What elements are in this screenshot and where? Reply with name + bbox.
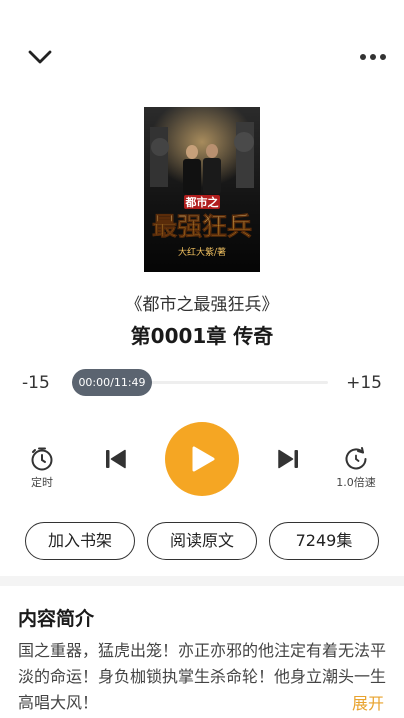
book-cover: 都市之 最强狂兵 大红大紫/著	[144, 107, 260, 272]
top-bar	[0, 0, 404, 110]
progress-row: -15 00:00/11:49 +15	[0, 368, 404, 398]
play-icon	[192, 446, 215, 472]
action-buttons: 加入书架 阅读原文 7249集	[0, 522, 404, 562]
summary-text: 国之重器，猛虎出笼！亦正亦邪的他注定有着无法平淡的命运！身负枷锁执掌生杀命轮！他…	[18, 641, 387, 712]
more-dots-icon	[360, 54, 386, 60]
speed-label: 1.0倍速	[336, 476, 376, 489]
playback-controls: 定时 1.0倍速	[0, 420, 404, 500]
next-chapter-button[interactable]	[273, 444, 303, 474]
forward-15-button[interactable]: +15	[346, 373, 382, 393]
book-title: 《都市之最强狂兵》	[125, 295, 279, 315]
speed-refresh-icon	[345, 447, 367, 470]
episodes-button[interactable]: 7249集	[269, 522, 379, 560]
timer-label: 定时	[31, 476, 53, 489]
skip-next-icon	[278, 449, 298, 469]
svg-text:都市之: 都市之	[185, 195, 219, 209]
playback-speed-button[interactable]: 1.0倍速	[334, 446, 378, 490]
section-divider	[0, 576, 404, 586]
cover-art: 都市之 最强狂兵 大红大紫/著	[144, 107, 260, 272]
timer-icon	[31, 447, 53, 471]
svg-text:大红大紫/著: 大红大紫/著	[178, 246, 226, 258]
summary-heading: 内容简介	[18, 608, 95, 630]
skip-previous-icon	[106, 449, 126, 469]
more-button[interactable]	[356, 44, 390, 70]
collapse-button[interactable]	[24, 44, 58, 70]
progress-thumb[interactable]: 00:00/11:49	[72, 369, 152, 396]
timer-button[interactable]: 定时	[24, 446, 60, 490]
rewind-15-button[interactable]: -15	[22, 373, 50, 393]
svg-text:最强狂兵: 最强狂兵	[152, 212, 252, 241]
read-original-button[interactable]: 阅读原文	[147, 522, 257, 560]
expand-link[interactable]: 展开	[345, 690, 384, 714]
chevron-down-icon	[28, 50, 52, 64]
summary-section: 内容简介 国之重器，猛虎出笼！亦正亦邪的他注定有着无法平淡的命运！身负枷锁执掌生…	[0, 586, 404, 718]
previous-chapter-button[interactable]	[101, 444, 131, 474]
add-to-shelf-button[interactable]: 加入书架	[25, 522, 135, 560]
chapter-title: 第0001章 传奇	[130, 324, 274, 348]
play-button[interactable]	[165, 422, 239, 496]
